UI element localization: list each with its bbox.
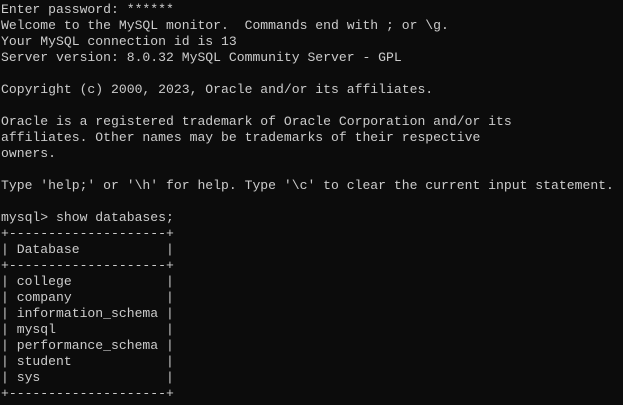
table-border-header: +--------------------+ [1, 258, 174, 273]
server-version-line: Server version: 8.0.32 MySQL Community S… [1, 50, 402, 65]
help-hint-line: Type 'help;' or '\h' for help. Type '\c'… [1, 178, 614, 193]
table-border-bottom: +--------------------+ [1, 386, 174, 401]
trademark-line-3: owners. [1, 146, 57, 161]
terminal-window[interactable]: Enter password: ****** Welcome to the My… [0, 0, 623, 405]
table-row: | information_schema | [1, 306, 174, 321]
table-row: | college | [1, 274, 174, 289]
trademark-line-2: affiliates. Other names may be trademark… [1, 130, 481, 145]
command-line: mysql> show databases; [1, 210, 174, 225]
table-row: | sys | [1, 370, 174, 385]
table-header: | Database | [1, 242, 174, 257]
welcome-line: Welcome to the MySQL monitor. Commands e… [1, 18, 449, 33]
copyright-line: Copyright (c) 2000, 2023, Oracle and/or … [1, 82, 434, 97]
connection-id-line: Your MySQL connection id is 13 [1, 34, 237, 49]
table-row: | performance_schema | [1, 338, 174, 353]
table-row: | student | [1, 354, 174, 369]
table-row: | company | [1, 290, 174, 305]
password-prompt-line: Enter password: ****** [1, 2, 174, 17]
table-row: | mysql | [1, 322, 174, 337]
table-border-top: +--------------------+ [1, 226, 174, 241]
trademark-line-1: Oracle is a registered trademark of Orac… [1, 114, 512, 129]
